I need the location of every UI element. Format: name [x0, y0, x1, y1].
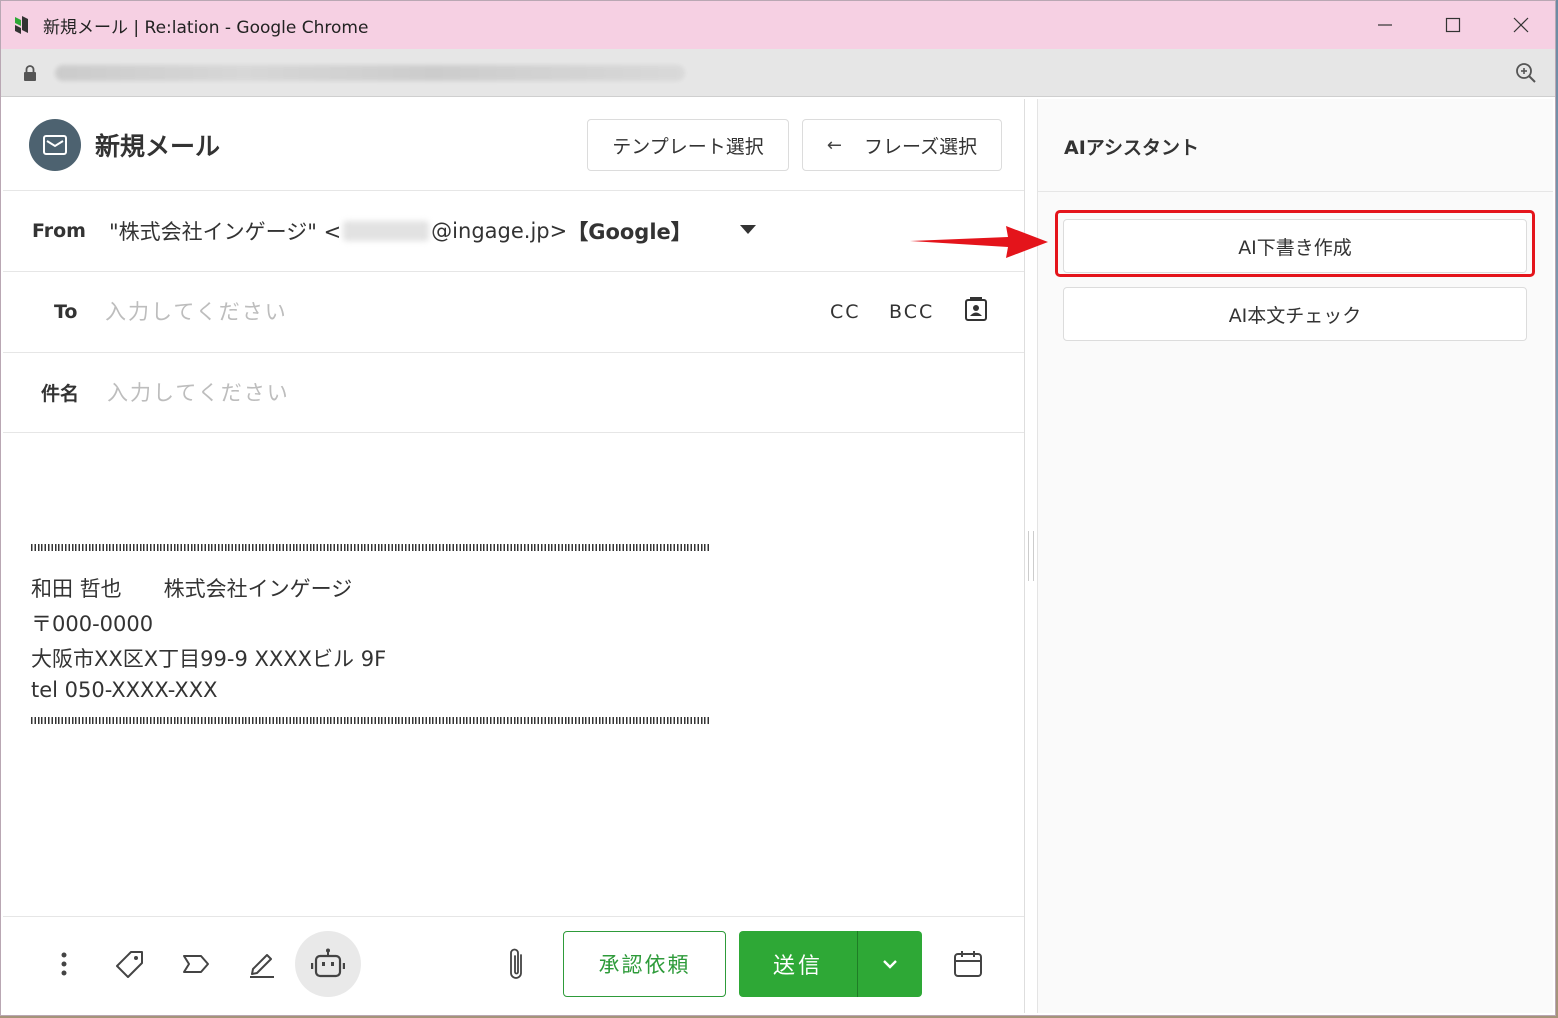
label-icon: [183, 955, 209, 973]
subject-input[interactable]: [107, 377, 907, 409]
calendar-icon: [954, 951, 982, 977]
window-controls: [1351, 1, 1555, 49]
schedule-send-button[interactable]: [935, 931, 1001, 997]
browser-window: 新規メール | Re:lation - Google Chrome 新規メール …: [0, 0, 1556, 1016]
template-select-button[interactable]: テンプレート選択: [587, 119, 789, 171]
compose-header: 新規メール テンプレート選択 ← フレーズ選択: [3, 99, 1024, 191]
send-button[interactable]: 送信: [739, 931, 857, 997]
zoom-icon[interactable]: [1515, 62, 1537, 84]
from-label: From: [32, 220, 86, 242]
mail-icon: [29, 118, 81, 171]
maximize-icon: [1445, 17, 1461, 33]
minimize-button[interactable]: [1351, 1, 1419, 49]
cc-button[interactable]: CC: [830, 301, 861, 323]
caret-down-icon[interactable]: [740, 225, 756, 234]
approval-request-label: 承認依頼: [598, 953, 691, 977]
arrow-right-icon: [910, 226, 1048, 258]
more-vertical-icon: [61, 952, 67, 976]
close-button[interactable]: [1487, 1, 1555, 49]
send-options-button[interactable]: [857, 931, 922, 997]
ai-assistant-panel: AIアシスタント AI下書き作成 AI本文チェック: [1037, 99, 1553, 1013]
arrow-left-icon: ←: [826, 134, 843, 156]
signature-divider-top: [31, 544, 711, 551]
ai-draft-button[interactable]: AI下書き作成: [1063, 219, 1527, 273]
to-label: To: [54, 301, 78, 323]
paperclip-icon: [510, 948, 522, 979]
mail-body-editor[interactable]: 和田 哲也 株式会社インゲージ 〒000-0000 大阪市XX区X丁目99-9 …: [3, 433, 1024, 919]
edit-button[interactable]: [229, 931, 295, 997]
address-book-icon[interactable]: [963, 297, 989, 323]
phrase-select-button[interactable]: ← フレーズ選択: [802, 119, 1002, 171]
lock-icon: [24, 64, 36, 81]
signature-divider-bottom: [31, 717, 711, 724]
ai-check-label: AI本文チェック: [1228, 304, 1362, 327]
pen-icon: [250, 954, 274, 978]
from-name: "株式会社インゲージ" <: [109, 220, 342, 244]
blurred-url: [55, 64, 685, 81]
close-icon: [1513, 17, 1529, 33]
assistant-divider: [1038, 191, 1553, 192]
ai-check-button[interactable]: AI本文チェック: [1063, 287, 1527, 341]
robot-icon: [311, 948, 345, 978]
minimize-icon: [1378, 24, 1392, 26]
signature-line: 和田 哲也 株式会社インゲージ: [31, 577, 353, 601]
tag-button[interactable]: [97, 931, 163, 997]
relation-logo-icon: [11, 14, 33, 36]
to-input[interactable]: [105, 296, 785, 328]
address-bar[interactable]: [1, 49, 1555, 97]
more-button[interactable]: [31, 931, 97, 997]
from-domain: @ingage.jp>: [431, 219, 568, 243]
window-title: 新規メール | Re:lation - Google Chrome: [43, 17, 369, 38]
to-row: To CC BCC: [3, 272, 1024, 353]
label-button[interactable]: [163, 931, 229, 997]
ai-assistant-button[interactable]: [295, 931, 361, 997]
compose-panel: 新規メール テンプレート選択 ← フレーズ選択 From "株式会社インゲージ"…: [3, 99, 1025, 1013]
from-select[interactable]: "株式会社インゲージ" < @ingage.jp> 【Google】: [109, 216, 692, 246]
app-content: 新規メール テンプレート選択 ← フレーズ選択 From "株式会社インゲージ"…: [3, 99, 1553, 1013]
phrase-select-label: フレーズ選択: [864, 135, 978, 158]
from-account-type: 【Google】: [567, 220, 692, 244]
compose-toolbar: 承認依頼 送信: [3, 916, 1024, 1013]
signature-line: 〒000-0000: [31, 612, 154, 636]
title-bar: 新規メール | Re:lation - Google Chrome: [1, 1, 1555, 49]
template-select-label: テンプレート選択: [612, 135, 764, 158]
ai-draft-label: AI下書き作成: [1238, 236, 1352, 259]
tag-icon: [116, 951, 143, 978]
blurred-address: [343, 221, 430, 241]
approval-request-button[interactable]: 承認依頼: [563, 931, 726, 997]
bcc-button[interactable]: BCC: [889, 301, 934, 323]
signature-line: tel 050-XXXX-XXX: [31, 678, 218, 702]
signature-line: 大阪市XX区X丁目99-9 XXXXビル 9F: [31, 647, 387, 671]
send-label: 送信: [772, 954, 823, 979]
from-row: From "株式会社インゲージ" < @ingage.jp> 【Google】: [3, 191, 1024, 272]
subject-label: 件名: [41, 383, 80, 405]
chevron-down-icon: [883, 960, 897, 969]
page-title: 新規メール: [95, 131, 221, 161]
attach-button[interactable]: [484, 931, 550, 997]
maximize-button[interactable]: [1419, 1, 1487, 49]
assistant-title: AIアシスタント: [1064, 137, 1200, 159]
subject-row: 件名: [3, 353, 1024, 433]
